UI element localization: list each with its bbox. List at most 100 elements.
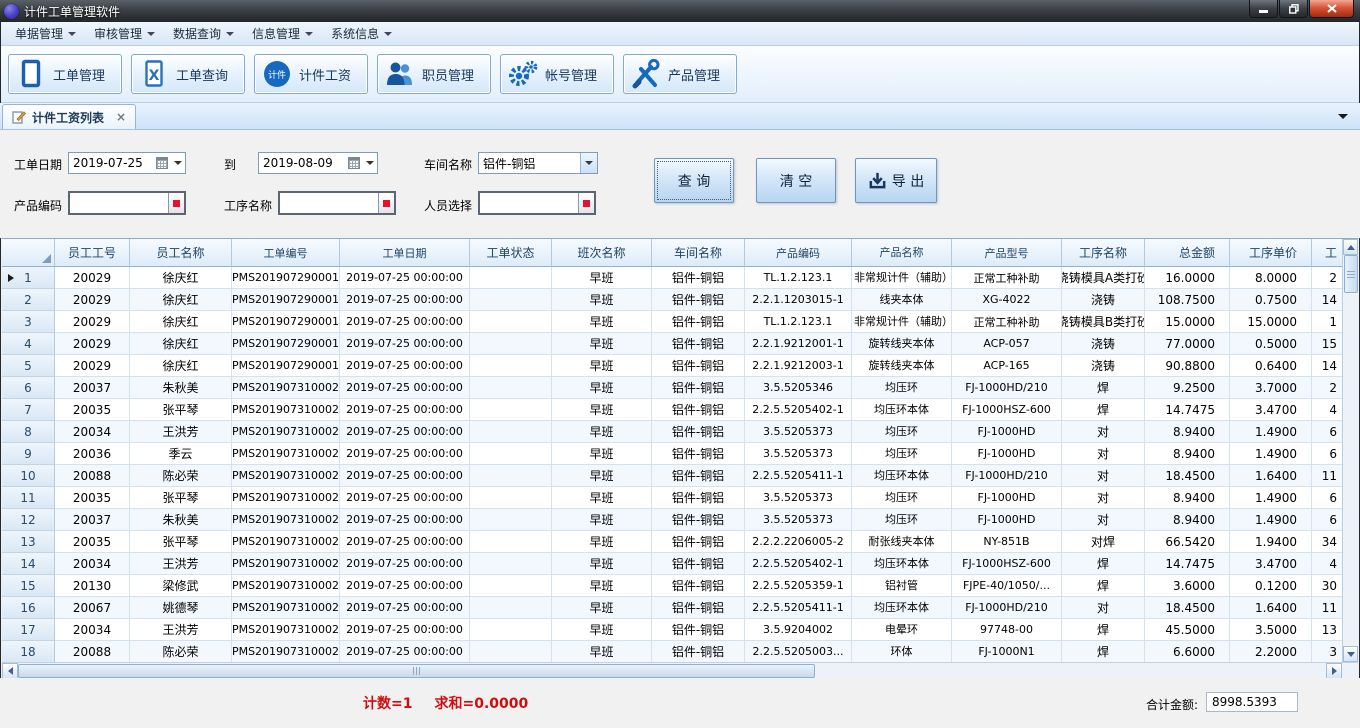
table-row[interactable]: 1120035张平琴PMS2019073100022019-07-25 00:0… [2, 487, 1342, 509]
grid-cell[interactable]: 13 [1312, 619, 1342, 641]
title-bar[interactable]: 计件工单管理软件 [0, 0, 1360, 22]
grid-cell[interactable]: PMS201907290001 [232, 267, 340, 289]
row-selector[interactable]: 8 [2, 421, 55, 443]
table-row[interactable]: 420029徐庆红PMS2019072900012019-07-25 00:00… [2, 333, 1342, 355]
grid-cell[interactable]: 2.2.1.9212003-1 [745, 355, 852, 377]
grid-cell[interactable]: 8.9400 [1145, 487, 1230, 509]
grid-cell[interactable]: 20035 [55, 399, 130, 421]
grid-cell[interactable]: 铝件-铜铝 [652, 619, 745, 641]
table-row[interactable]: 1620067姚德琴PMS2019073100022019-07-25 00:0… [2, 597, 1342, 619]
toolbar-button-tools[interactable]: 产品管理 [623, 54, 737, 94]
row-selector[interactable]: 18 [2, 641, 55, 662]
grid-cell[interactable]: 0.7500 [1230, 289, 1312, 311]
grid-cell[interactable]: 2019-07-25 00:00:00 [340, 619, 470, 641]
menu-item[interactable]: 信息管理 [243, 23, 322, 45]
grid-cell[interactable]: 34 [1312, 531, 1342, 553]
grid-cell[interactable]: 早班 [552, 399, 652, 421]
table-row[interactable]: 120029徐庆红PMS2019072900012019-07-25 00:00… [2, 267, 1342, 289]
lookup-button[interactable] [378, 193, 394, 213]
grid-cell[interactable]: TL.1.2.123.1 [745, 311, 852, 333]
tab-piecework-wage-list[interactable]: 计件工资列表 × [2, 104, 136, 129]
grid-cell[interactable]: 2.2.1.1203015-1 [745, 289, 852, 311]
lookup-button[interactable] [578, 193, 594, 213]
grid-cell[interactable]: PMS201907310002 [232, 619, 340, 641]
table-row[interactable]: 820034王洪芳PMS2019073100022019-07-25 00:00… [2, 421, 1342, 443]
grid-cell[interactable]: 2019-07-25 00:00:00 [340, 575, 470, 597]
toolbar-button-piecework-circle[interactable]: 计件计件工资 [254, 54, 368, 94]
grid-cell[interactable]: 早班 [552, 311, 652, 333]
row-selector[interactable]: 12 [2, 509, 55, 531]
grid-cell[interactable]: 0.1200 [1230, 575, 1312, 597]
row-selector[interactable]: 16 [2, 597, 55, 619]
close-button[interactable] [1309, 0, 1354, 18]
grid-cell[interactable]: 0.5000 [1230, 333, 1312, 355]
grid-cell[interactable]: PMS201907310002 [232, 421, 340, 443]
table-row[interactable]: 1220037朱秋美PMS2019073100022019-07-25 00:0… [2, 509, 1342, 531]
grid-cell[interactable]: 张平琴 [130, 399, 232, 421]
grid-cell[interactable]: 2019-07-25 00:00:00 [340, 267, 470, 289]
grid-cell[interactable]: 20035 [55, 487, 130, 509]
grid-cell[interactable]: 铝件-铜铝 [652, 553, 745, 575]
grid-cell[interactable]: FJ-1000HD [952, 487, 1062, 509]
grid-cell[interactable]: 3.5.5205373 [745, 421, 852, 443]
grid-cell[interactable]: 朱秋美 [130, 509, 232, 531]
grid-cell[interactable]: 2 [1312, 377, 1342, 399]
menu-item[interactable]: 审核管理 [85, 23, 164, 45]
horizontal-scrollbar[interactable] [2, 662, 1358, 678]
grid-cell[interactable]: 6 [1312, 421, 1342, 443]
table-row[interactable]: 220029徐庆红PMS2019072900012019-07-25 00:00… [2, 289, 1342, 311]
grid-cell[interactable]: 20088 [55, 641, 130, 662]
grid-cell[interactable]: 早班 [552, 355, 652, 377]
grid-cell[interactable]: 14.7475 [1145, 399, 1230, 421]
grid-cell[interactable] [470, 465, 552, 487]
grid-cell[interactable]: 2019-07-25 00:00:00 [340, 465, 470, 487]
tab-close-icon[interactable]: × [116, 112, 126, 122]
grid-cell[interactable]: FJ-1000HD/210 [952, 377, 1062, 399]
grid-cell[interactable]: 均压环 [852, 443, 952, 465]
grid-cell[interactable]: FJ-1000HD [952, 509, 1062, 531]
grid-cell[interactable]: 4 [1312, 399, 1342, 421]
grid-cell[interactable]: 旋转线夹本体 [852, 333, 952, 355]
toolbar-button-doc-x[interactable]: X工单查询 [131, 54, 245, 94]
row-selector[interactable]: 6 [2, 377, 55, 399]
grid-cell[interactable]: 14 [1312, 355, 1342, 377]
combo-dropdown-icon[interactable] [580, 153, 597, 173]
calendar-icon[interactable] [156, 157, 168, 169]
grid-cell[interactable]: 6 [1312, 443, 1342, 465]
grid-cell[interactable]: 均压环本体 [852, 399, 952, 421]
grid-cell[interactable]: 20036 [55, 443, 130, 465]
grid-cell[interactable] [470, 509, 552, 531]
calendar-icon[interactable] [348, 157, 360, 169]
grid-cell[interactable] [470, 443, 552, 465]
grid-cell[interactable]: 2019-07-25 00:00:00 [340, 509, 470, 531]
grid-cell[interactable]: 20029 [55, 267, 130, 289]
workshop-combobox[interactable]: 铝件-铜铝 [478, 152, 598, 174]
grid-cell[interactable]: 1.9400 [1230, 531, 1312, 553]
grid-cell[interactable]: 浇铸 [1062, 289, 1145, 311]
column-header[interactable]: 工序名称 [1062, 239, 1145, 267]
grid-cell[interactable]: 早班 [552, 641, 652, 662]
grid-cell[interactable]: 3.6000 [1145, 575, 1230, 597]
row-selector[interactable]: 13 [2, 531, 55, 553]
grid-cell[interactable]: 18.4500 [1145, 465, 1230, 487]
grid-cell[interactable]: NY-851B [952, 531, 1062, 553]
grid-cell[interactable]: 8.9400 [1145, 421, 1230, 443]
grid-cell[interactable]: 铝件-铜铝 [652, 333, 745, 355]
grid-cell[interactable]: 11 [1312, 597, 1342, 619]
row-selector[interactable]: 1 [2, 267, 55, 289]
grid-cell[interactable]: 铝件-铜铝 [652, 399, 745, 421]
grid-cell[interactable]: 1.6400 [1230, 597, 1312, 619]
grid-cell[interactable]: 均压环 [852, 509, 952, 531]
grid-cell[interactable]: 耐张线夹本体 [852, 531, 952, 553]
grid-cell[interactable]: 早班 [552, 509, 652, 531]
grid-cell[interactable]: 铝件-铜铝 [652, 465, 745, 487]
grid-cell[interactable]: FJPE-40/1050/... [952, 575, 1062, 597]
grid-cell[interactable]: 11 [1312, 465, 1342, 487]
grid-cell[interactable]: 季云 [130, 443, 232, 465]
grid-cell[interactable]: 徐庆红 [130, 289, 232, 311]
grid-cell[interactable]: 对 [1062, 421, 1145, 443]
grid-cell[interactable]: 对焊 [1062, 531, 1145, 553]
grid-cell[interactable]: 徐庆红 [130, 355, 232, 377]
grid-cell[interactable] [470, 377, 552, 399]
row-selector[interactable]: 5 [2, 355, 55, 377]
